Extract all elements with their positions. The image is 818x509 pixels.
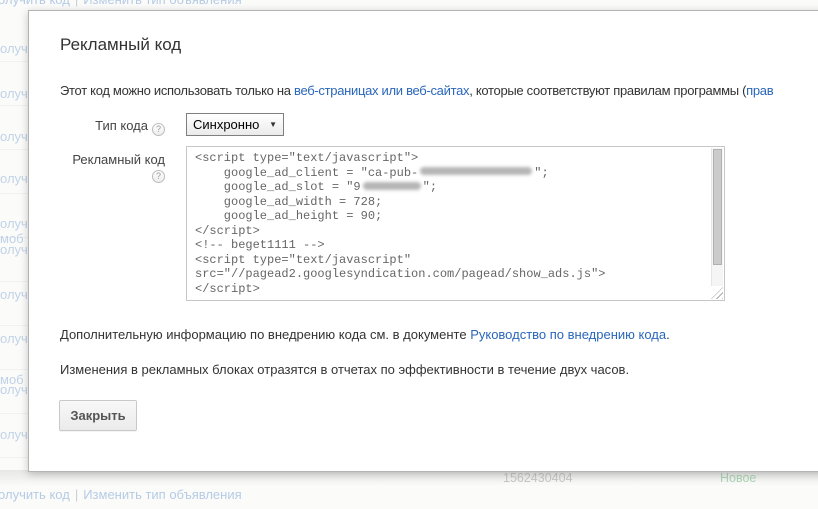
implementation-guide-link[interactable]: Руководство по внедрению кода xyxy=(470,327,666,342)
code-line: </script> xyxy=(195,282,706,297)
code-line: </script> xyxy=(195,224,706,239)
resize-handle-icon[interactable] xyxy=(711,287,723,299)
code-type-label: Тип кода? xyxy=(29,118,165,136)
code-text: "; xyxy=(422,180,438,194)
ad-code-label: Рекламный код xyxy=(72,152,165,167)
implementation-info-text: Дополнительную информацию по внедрению к… xyxy=(60,327,670,342)
changes-note-text: Изменения в рекламных блоках отразятся в… xyxy=(60,362,630,377)
code-text: <script type="text/javascript"> xyxy=(195,151,419,165)
info-text-after: . xyxy=(666,327,670,342)
chevron-down-icon: ▼ xyxy=(269,120,277,129)
code-line: src="//pagead2.googlesyndication.com/pag… xyxy=(195,267,706,282)
info-text-before: Дополнительную информацию по внедрению к… xyxy=(60,327,471,342)
code-line: google_ad_height = 90; xyxy=(195,209,706,224)
code-text: google_ad_client = "ca-pub- xyxy=(195,165,419,180)
help-icon[interactable]: ? xyxy=(152,170,165,183)
code-text: <script type="text/javascript" xyxy=(195,252,412,267)
code-line: <script type="text/javascript" xyxy=(195,253,706,268)
code-type-selected-value: Синхронно xyxy=(193,117,260,132)
intro-text: Этот код можно использовать только на ве… xyxy=(60,83,774,98)
code-line: google_ad_width = 728; xyxy=(195,195,706,210)
dialog-title: Рекламный код xyxy=(60,35,182,54)
code-line: <script type="text/javascript"> xyxy=(195,151,706,166)
ad-code-textarea[interactable]: <script type="text/javascript"> google_a… xyxy=(186,146,725,301)
code-text: </script> xyxy=(195,281,260,296)
code-text: google_ad_width = 728; xyxy=(195,194,383,209)
code-line: google_ad_slot = "9 "; xyxy=(195,180,706,195)
code-text: src="//pagead2.googlesyndication.com/pag… xyxy=(195,267,606,281)
help-icon[interactable]: ? xyxy=(152,123,165,136)
ad-code-content: <script type="text/javascript"> google_a… xyxy=(195,151,706,297)
program-rules-link[interactable]: прав xyxy=(746,83,774,98)
code-text: </script> xyxy=(195,223,260,238)
scrollbar-track[interactable] xyxy=(711,148,723,286)
code-type-select[interactable]: Синхронно ▼ xyxy=(186,113,284,136)
redacted-text xyxy=(420,167,533,176)
code-text: google_ad_height = 90; xyxy=(195,209,383,223)
code-text: <!-- beget1111 --> xyxy=(195,238,325,252)
intro-text-before: Этот код можно использовать только на xyxy=(60,83,294,98)
code-line: google_ad_client = "ca-pub- "; xyxy=(195,166,706,181)
intro-text-middle: , которые соответствуют правилам програм… xyxy=(469,83,747,98)
web-pages-link[interactable]: веб-страницах или веб-сайтах xyxy=(294,83,470,98)
close-button[interactable]: Закрыть xyxy=(59,400,137,431)
redacted-text xyxy=(362,181,421,190)
scrollbar-thumb[interactable] xyxy=(713,149,722,265)
page-root: получить код|Изменить тип объявления олу… xyxy=(0,0,818,509)
code-text: google_ad_slot = "9 xyxy=(195,180,361,194)
code-text: "; xyxy=(534,165,549,180)
ad-code-dialog: Рекламный код Этот код можно использоват… xyxy=(28,10,818,472)
code-line: <!-- beget1111 --> xyxy=(195,238,706,253)
